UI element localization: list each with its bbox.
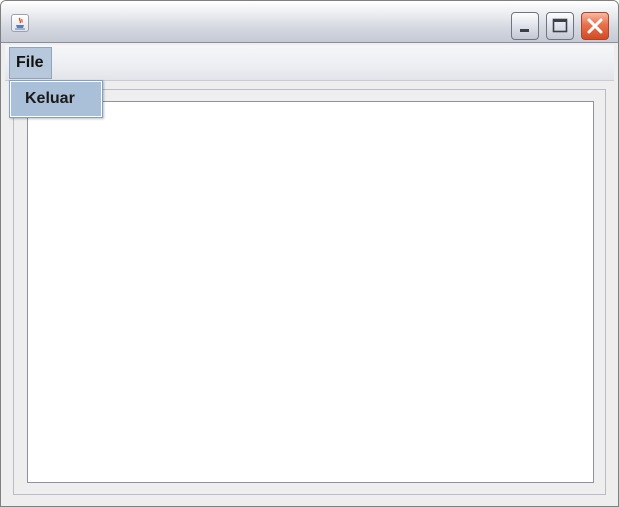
- maximize-icon: [552, 18, 568, 33]
- menu-file[interactable]: File: [9, 47, 52, 79]
- title-bar[interactable]: [1, 1, 618, 43]
- file-menu-dropdown: Keluar: [9, 80, 103, 118]
- minimize-button[interactable]: [511, 12, 539, 40]
- menu-item-keluar[interactable]: Keluar: [11, 82, 101, 116]
- text-area[interactable]: [27, 101, 594, 483]
- application-window: File Keluar: [0, 0, 619, 507]
- close-button[interactable]: [581, 12, 609, 40]
- maximize-button[interactable]: [546, 12, 574, 40]
- close-icon: [587, 18, 603, 34]
- java-coffee-cup-icon[interactable]: [11, 14, 29, 32]
- minimize-icon: [520, 29, 529, 32]
- menu-bar: File: [5, 45, 614, 81]
